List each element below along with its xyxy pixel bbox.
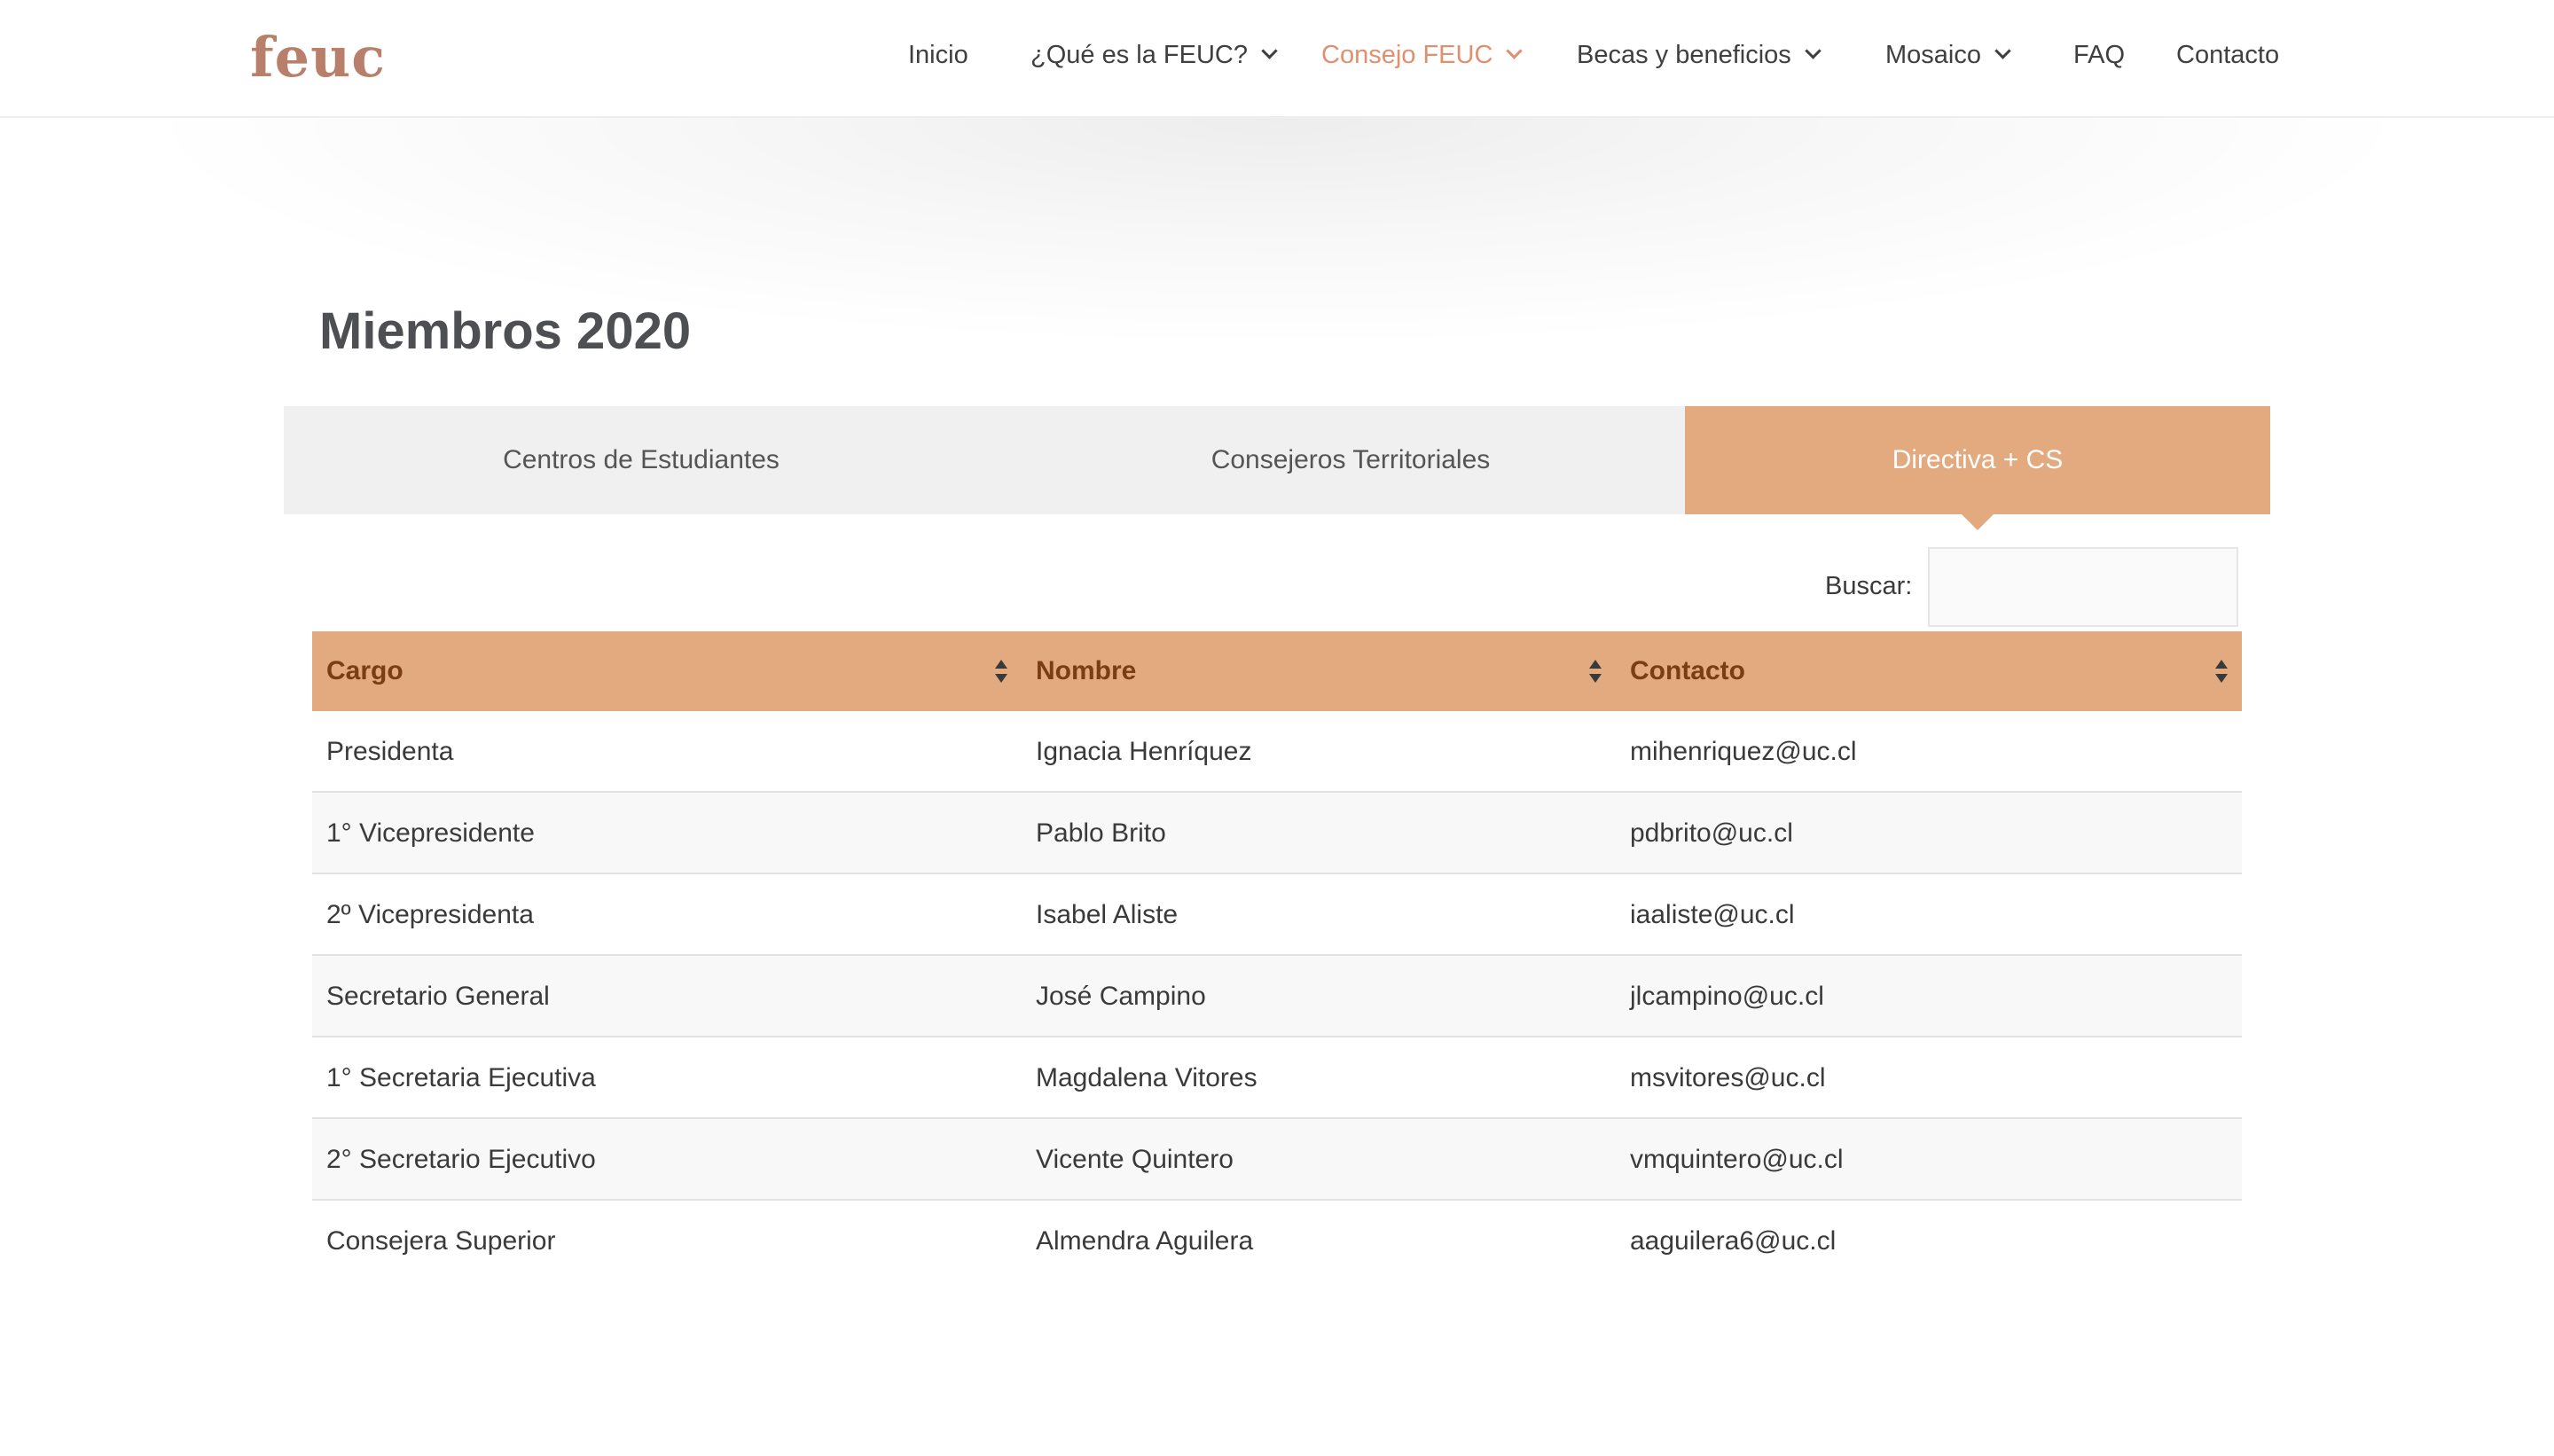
- tab-directiva-cs[interactable]: Directiva + CS: [1685, 406, 2270, 530]
- nav-item-que-es-feuc[interactable]: ¿Qué es la FEUC?: [1030, 41, 1278, 70]
- cell-nombre: José Campino: [1036, 982, 1206, 1011]
- table-row: 2º Vicepresidenta Isabel Aliste iaaliste…: [312, 874, 2242, 956]
- search-label: Buscar:: [1825, 572, 1913, 600]
- cell-nombre: Ignacia Henríquez: [1036, 737, 1252, 766]
- table-row: Consejera Superior Almendra Aguilera aag…: [312, 1201, 2242, 1282]
- nav-item-consejo-feuc[interactable]: Consejo FEUC: [1321, 41, 1524, 70]
- nav-item-label: Consejo FEUC: [1321, 41, 1493, 69]
- nav-item-label: Inicio: [908, 41, 968, 69]
- cell-contacto[interactable]: mihenriquez@uc.cl: [1630, 711, 1857, 793]
- column-header-label: Cargo: [326, 656, 403, 685]
- table-row: Secretario General José Campino jlcampin…: [312, 956, 2242, 1037]
- tab-consejeros-territoriales[interactable]: Consejeros Territoriales: [999, 406, 1703, 514]
- cell-cargo: Presidenta: [326, 737, 454, 766]
- tab-label: Centros de Estudiantes: [503, 445, 780, 474]
- cell-nombre: Pablo Brito: [1036, 818, 1166, 848]
- cell-contacto[interactable]: aaguilera6@uc.cl: [1630, 1201, 1836, 1282]
- chevron-down-icon: [1805, 43, 1821, 59]
- cell-nombre: Vicente Quintero: [1036, 1145, 1234, 1174]
- cell-cargo: Secretario General: [326, 982, 550, 1011]
- cell-nombre: Magdalena Vitores: [1036, 1063, 1257, 1092]
- cell-contacto[interactable]: iaaliste@uc.cl: [1630, 874, 1795, 956]
- search-input[interactable]: [1928, 547, 2238, 627]
- nav-item-label: Becas y beneficios: [1577, 41, 1791, 69]
- nav-item-label: Contacto: [2176, 41, 2280, 69]
- nav-item-becas-y-beneficios[interactable]: Becas y beneficios: [1577, 41, 1821, 70]
- cell-nombre: Almendra Aguilera: [1036, 1226, 1254, 1256]
- page: feuc Inicio ¿Qué es la FEUC? Consejo FEU…: [0, 0, 2554, 1456]
- nav-item-label: ¿Qué es la FEUC?: [1030, 41, 1248, 69]
- chevron-down-icon: [1261, 43, 1278, 59]
- column-header-nombre[interactable]: Nombre: [1036, 631, 1136, 711]
- nav-item-inicio[interactable]: Inicio: [908, 41, 968, 70]
- nav-item-label: Mosaico: [1885, 41, 1981, 69]
- sort-icon[interactable]: [995, 660, 1007, 683]
- table-header: Cargo Nombre Contacto: [312, 631, 2242, 711]
- feuc-logo[interactable]: feuc: [250, 25, 386, 90]
- nav-item-label: FAQ: [2073, 41, 2126, 69]
- cell-contacto[interactable]: msvitores@uc.cl: [1630, 1037, 1826, 1119]
- tab-centros-de-estudiantes[interactable]: Centros de Estudiantes: [284, 406, 999, 514]
- tab-label: Consejeros Territoriales: [1210, 445, 1491, 474]
- cell-contacto[interactable]: vmquintero@uc.cl: [1630, 1119, 1844, 1201]
- nav-item-contacto[interactable]: Contacto: [2176, 41, 2279, 70]
- cell-cargo: 1° Vicepresidente: [326, 818, 535, 848]
- table-row: 2° Secretario Ejecutivo Vicente Quintero…: [312, 1119, 2242, 1201]
- sort-icon[interactable]: [1589, 660, 1602, 683]
- cell-contacto[interactable]: jlcampino@uc.cl: [1630, 956, 1824, 1037]
- site-header: feuc Inicio ¿Qué es la FEUC? Consejo FEU…: [0, 0, 2554, 118]
- column-header-cargo[interactable]: Cargo: [326, 631, 403, 711]
- table-row: Presidenta Ignacia Henríquez mihenriquez…: [312, 711, 2242, 793]
- column-header-contacto[interactable]: Contacto: [1630, 631, 1745, 711]
- chevron-down-icon: [1994, 43, 2011, 59]
- table-row: 1° Vicepresidente Pablo Brito pdbrito@uc…: [312, 793, 2242, 874]
- members-table: Cargo Nombre Contacto Presidenta Ignacia…: [312, 631, 2242, 1282]
- sort-icon[interactable]: [2215, 660, 2228, 683]
- cell-cargo: 2° Secretario Ejecutivo: [326, 1145, 596, 1174]
- cell-cargo: 2º Vicepresidenta: [326, 900, 534, 929]
- cell-contacto[interactable]: pdbrito@uc.cl: [1630, 793, 1793, 874]
- chevron-down-icon: [1506, 43, 1524, 59]
- page-title: Miembros 2020: [319, 302, 692, 360]
- column-header-label: Contacto: [1630, 656, 1745, 685]
- cell-cargo: Consejera Superior: [326, 1226, 556, 1256]
- column-header-label: Nombre: [1036, 656, 1137, 685]
- cell-cargo: 1° Secretaria Ejecutiva: [326, 1063, 596, 1092]
- members-tabs: Centros de Estudiantes Consejeros Territ…: [284, 406, 2270, 530]
- main-nav: Inicio ¿Qué es la FEUC? Consejo FEUC Bec…: [887, 0, 2554, 118]
- nav-item-faq[interactable]: FAQ: [2073, 41, 2125, 70]
- tab-label: Directiva + CS: [1892, 445, 2064, 474]
- nav-item-mosaico[interactable]: Mosaico: [1885, 41, 2011, 70]
- table-row: 1° Secretaria Ejecutiva Magdalena Vitore…: [312, 1037, 2242, 1119]
- cell-nombre: Isabel Aliste: [1036, 900, 1179, 929]
